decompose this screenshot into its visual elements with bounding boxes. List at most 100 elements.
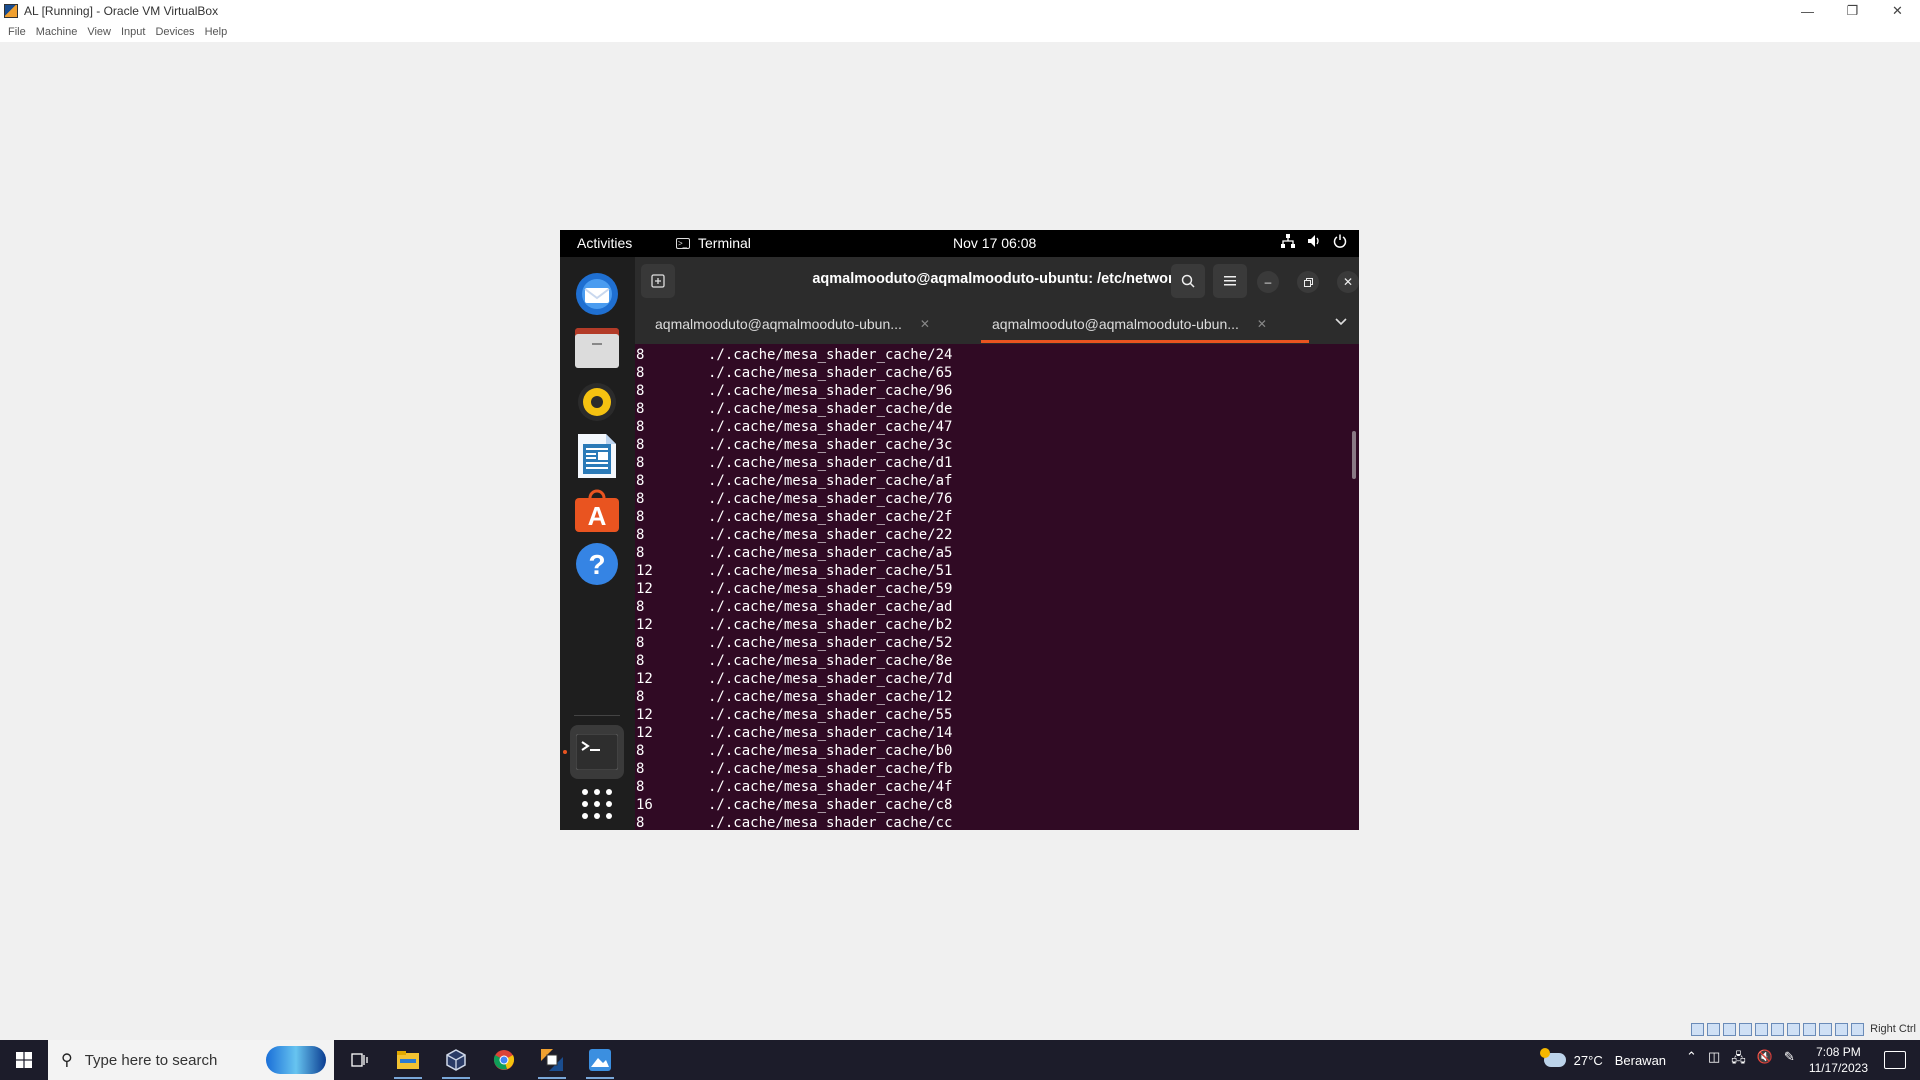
terminal-line: 8 ./.cache/mesa_shader_cache/cc — [635, 814, 1359, 830]
terminal-line: 16 ./.cache/mesa_shader_cache/c8 — [635, 796, 1359, 814]
gnome-clock[interactable]: Nov 17 06:08 — [953, 235, 1036, 251]
terminal-line: 8 ./.cache/mesa_shader_cache/12 — [635, 688, 1359, 706]
line-path: ./.cache/mesa_shader_cache/4f — [708, 779, 953, 795]
terminal-restore-button[interactable] — [1297, 271, 1319, 293]
line-size: 12 — [636, 581, 653, 597]
tab-close-icon[interactable]: ✕ — [1257, 317, 1267, 331]
terminal-line: 8 ./.cache/mesa_shader_cache/3c — [635, 436, 1359, 454]
ubuntu-software-icon[interactable]: A — [570, 483, 624, 537]
taskbar-search-box[interactable]: ⚲ Type here to search — [48, 1040, 334, 1080]
network-icon[interactable]: 🖧 — [1731, 1049, 1746, 1071]
line-size: 8 — [636, 455, 645, 471]
audio-icon[interactable] — [1723, 1022, 1737, 1036]
keyboard-icon[interactable] — [1851, 1022, 1865, 1036]
onedrive-icon[interactable]: ◫ — [1708, 1049, 1720, 1071]
line-size: 8 — [636, 689, 645, 705]
line-size: 8 — [636, 635, 645, 651]
terminal-minimize-button[interactable]: – — [1257, 271, 1279, 293]
virtualbox-vm-icon[interactable] — [528, 1040, 576, 1080]
host-key-label: Right Ctrl — [1870, 1023, 1916, 1035]
mouse-integration-icon[interactable] — [1835, 1022, 1849, 1036]
task-view-icon[interactable] — [336, 1040, 384, 1080]
terminal-line: 8 ./.cache/mesa_shader_cache/65 — [635, 364, 1359, 382]
power-icon — [1333, 234, 1347, 251]
terminal-line: 8 ./.cache/mesa_shader_cache/fb — [635, 760, 1359, 778]
terminal-app-icon[interactable] — [570, 725, 624, 779]
svg-text:A: A — [588, 501, 607, 531]
menu-devices[interactable]: Devices — [155, 26, 194, 38]
line-path: ./.cache/mesa_shader_cache/12 — [708, 689, 953, 705]
weather-widget[interactable]: 27°C Berawan — [1539, 1048, 1667, 1068]
menu-input[interactable]: Input — [121, 26, 145, 38]
help-icon[interactable]: ? — [570, 537, 624, 591]
file-explorer-icon[interactable] — [384, 1040, 432, 1080]
terminal-close-button[interactable]: ✕ — [1337, 271, 1359, 293]
network-adapter-icon[interactable] — [1739, 1022, 1753, 1036]
gnome-system-tray[interactable] — [1281, 234, 1347, 251]
cpu-icon[interactable] — [1819, 1022, 1833, 1036]
line-size: 12 — [636, 671, 653, 687]
line-size: 8 — [636, 527, 645, 543]
search-button[interactable] — [1171, 264, 1205, 298]
windows-taskbar: ⚲ Type here to search 27°C Berawan ⌃ ◫ 🖧 — [0, 1040, 1920, 1080]
vbox-window-title: AL [Running] - Oracle VM VirtualBox — [24, 4, 219, 18]
terminal-tab-2[interactable]: aqmalmooduto@aqmalmooduto-ubun... ✕ — [992, 304, 1267, 344]
hamburger-menu-button[interactable] — [1213, 264, 1247, 298]
display-icon[interactable] — [1787, 1022, 1801, 1036]
menu-machine[interactable]: Machine — [36, 26, 78, 38]
line-path: ./.cache/mesa_shader_cache/a5 — [708, 545, 953, 561]
usb-icon[interactable] — [1755, 1022, 1769, 1036]
line-path: ./.cache/mesa_shader_cache/c8 — [708, 797, 953, 813]
line-size: 8 — [636, 815, 645, 830]
terminal-line: 12 ./.cache/mesa_shader_cache/51 — [635, 562, 1359, 580]
files-icon[interactable] — [570, 321, 624, 375]
terminal-line: 8 ./.cache/mesa_shader_cache/2f — [635, 508, 1359, 526]
app-menu-terminal[interactable]: >_ Terminal — [676, 235, 751, 251]
pen-icon[interactable]: ✎ — [1784, 1049, 1795, 1071]
photos-app-icon[interactable] — [576, 1040, 624, 1080]
optical-drive-icon[interactable] — [1707, 1022, 1721, 1036]
rhythmbox-icon[interactable] — [570, 375, 624, 429]
recording-icon[interactable] — [1803, 1022, 1817, 1036]
tab-label: aqmalmooduto@aqmalmooduto-ubun... — [992, 316, 1239, 332]
libreoffice-writer-icon[interactable] — [570, 429, 624, 483]
search-placeholder: Type here to search — [84, 1051, 218, 1069]
line-size: 16 — [636, 797, 653, 813]
dock-separator — [574, 715, 620, 716]
line-path: ./.cache/mesa_shader_cache/3c — [708, 437, 953, 453]
close-button[interactable]: ✕ — [1875, 0, 1920, 22]
line-path: ./.cache/mesa_shader_cache/ad — [708, 599, 953, 615]
line-path: ./.cache/mesa_shader_cache/52 — [708, 635, 953, 651]
line-path: ./.cache/mesa_shader_cache/96 — [708, 383, 953, 399]
line-size: 8 — [636, 545, 645, 561]
tab-close-icon[interactable]: ✕ — [920, 317, 930, 331]
weather-desc: Berawan — [1614, 1052, 1667, 1068]
line-path: ./.cache/mesa_shader_cache/14 — [708, 725, 953, 741]
tabs-dropdown-button[interactable] — [1335, 314, 1347, 329]
line-path: ./.cache/mesa_shader_cache/de — [708, 401, 953, 417]
muted-speaker-icon[interactable]: 🔇 — [1757, 1049, 1773, 1071]
menu-file[interactable]: File — [8, 26, 26, 38]
show-applications-icon[interactable] — [570, 777, 624, 830]
minimize-button[interactable]: — — [1785, 0, 1830, 22]
menu-help[interactable]: Help — [205, 26, 228, 38]
restore-button[interactable]: ❐ — [1830, 0, 1875, 22]
chrome-icon[interactable] — [480, 1040, 528, 1080]
taskbar-clock[interactable]: 7:08 PM 11/17/2023 — [1809, 1044, 1868, 1076]
virtualbox-icon — [4, 4, 18, 18]
virtualbox-taskbar-icon[interactable] — [432, 1040, 480, 1080]
terminal-tab-1[interactable]: aqmalmooduto@aqmalmooduto-ubun... ✕ — [655, 304, 930, 344]
menu-view[interactable]: View — [87, 26, 111, 38]
line-size: 8 — [636, 761, 645, 777]
line-size: 8 — [636, 419, 645, 435]
terminal-output[interactable]: 8 ./.cache/mesa_shader_cache/24 8 ./.cache/… — [635, 344, 1359, 830]
activities-button[interactable]: Activities — [577, 235, 632, 251]
start-button[interactable] — [0, 1040, 48, 1080]
chevron-up-icon[interactable]: ⌃ — [1686, 1049, 1697, 1071]
storage-icon[interactable] — [1691, 1022, 1705, 1036]
chevron-down-icon — [1335, 318, 1347, 326]
notifications-icon[interactable] — [1884, 1051, 1906, 1069]
shared-folders-icon[interactable] — [1771, 1022, 1785, 1036]
terminal-scrollbar[interactable] — [1352, 431, 1356, 479]
thunderbird-icon[interactable] — [570, 267, 624, 321]
